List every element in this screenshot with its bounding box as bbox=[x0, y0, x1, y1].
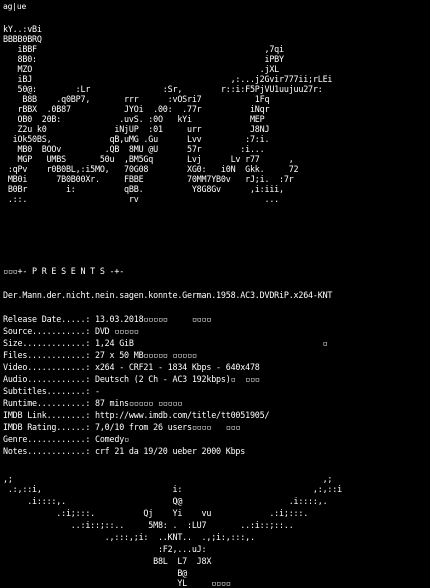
nfo-viewer: ag|ue kY..:vBi BBBB0BRQ iBBF ,7qi 8B0: i… bbox=[3, 2, 429, 588]
art-top-line: MB0 BOOv .QB 8MU @U 57r :i... bbox=[3, 144, 265, 154]
art-top-line: :qPv r0B0BL,:i5MO, 70G08 XG0: i0N Gkk. 7… bbox=[3, 164, 299, 174]
info-size: Size.............: 1,24 GiB ▫ bbox=[3, 338, 328, 348]
art-top-line: 50@: :Lr :Sr, r::i:F5PjVU1uujuu27r: bbox=[3, 84, 323, 94]
art-bottom-line: ,; ,; bbox=[3, 474, 333, 484]
art-top-line: BBBB0BRQ bbox=[3, 34, 42, 44]
art-top-line: rBBX .0B87 JYOi .00: .77r iNqr bbox=[3, 104, 270, 114]
info-release-date: Release Date.....: 13.03.2018▫▫▫▫▫ ▫▫▫▫ bbox=[3, 314, 212, 324]
info-files: Files............: 27 x 50 MB▫▫▫▫▫ ▫▫▫▫▫ bbox=[3, 350, 197, 360]
release-name: Der.Mann.der.nicht.nein.sagen.konnte.Ger… bbox=[3, 290, 333, 300]
art-bottom-line: .:i;:::. Qj Yi vu .:i;:::. bbox=[3, 508, 309, 518]
art-top-line: iBJ ,:...j2Gvir777ii;rLEi bbox=[3, 74, 333, 84]
art-top-line: iOk50BS, qB,uMG .Gu Lvv :7:i. bbox=[3, 134, 270, 144]
art-top-line: MGP UMBS 50u ,BM5Gq Lvj Lv r77 , bbox=[3, 154, 294, 164]
info-video: Video............: x264 - CRF21 - 1834 K… bbox=[3, 362, 260, 372]
info-runtime: Runtime..........: 87 mins▫▫▫▫▫ ▫▫▫▫▫ bbox=[3, 398, 183, 408]
art-bottom-line: .,:::,;i: ..KNT.. .,;i:,:::,. bbox=[3, 532, 255, 542]
nfo-header-title: ag|ue bbox=[3, 2, 27, 11]
presents-banner: ▫▫▫+- P R E S E N T S -+- bbox=[3, 266, 125, 276]
info-imdb-link[interactable]: IMDB Link........: http://www.imdb.com/t… bbox=[3, 410, 270, 420]
info-notes: Notes............: crf 21 da 19/20 ueber… bbox=[3, 446, 246, 456]
art-bottom-line: .i::::,. Q@ .i::::,. bbox=[3, 496, 328, 506]
art-top-line: B0Br i: qBB. Y8G8Gv ,i:iii, bbox=[3, 184, 284, 194]
art-top-line: MZO .jXL bbox=[3, 64, 280, 74]
info-genre: Genre............: Comedy▫ bbox=[3, 434, 129, 444]
art-top-line: Z2u k0 iNjUP :01 urr J8NJ bbox=[3, 124, 270, 134]
art-top-line: B8B .q0BP7, rrr :vOSri7 1Fq bbox=[3, 94, 270, 104]
art-bottom-line: B8L L7 J8X bbox=[3, 556, 212, 566]
art-bottom-line: ..:i::;::.. 5M8: . :LU7 ..:i::;::.. bbox=[3, 520, 294, 530]
art-bottom-line: B@ bbox=[3, 568, 188, 578]
info-subtitles: Subtitles........: - bbox=[3, 386, 100, 396]
art-top-line: iBBF ,7qi bbox=[3, 44, 285, 54]
art-bottom-line: :F2,...uJ: bbox=[3, 544, 207, 554]
info-source: Source...........: DVD ▫▫▫▫▫ bbox=[3, 326, 139, 336]
art-top-line: 8B0: iPBY bbox=[3, 54, 285, 64]
info-audio: Audio............: Deutsch (2 Ch - AC3 1… bbox=[3, 374, 260, 384]
art-top-line: MB0i 7B0B00Xr. FBBE 70MM7YB0v rJ;i. :7r bbox=[3, 174, 294, 184]
art-bottom-line: YL ▫▫▫▫ bbox=[3, 578, 231, 588]
art-top-line: .::. rv ... bbox=[3, 194, 280, 204]
info-imdb-rating: IMDB Rating......: 7,0/10 from 26 users▫… bbox=[3, 422, 241, 432]
art-top-line: OB0 20B: .uvS. :0O kYi MEP bbox=[3, 114, 265, 124]
art-bottom-line: .:,::i, i: ,:,::i bbox=[3, 484, 342, 494]
art-top-line: kY..:vBi bbox=[3, 24, 42, 34]
